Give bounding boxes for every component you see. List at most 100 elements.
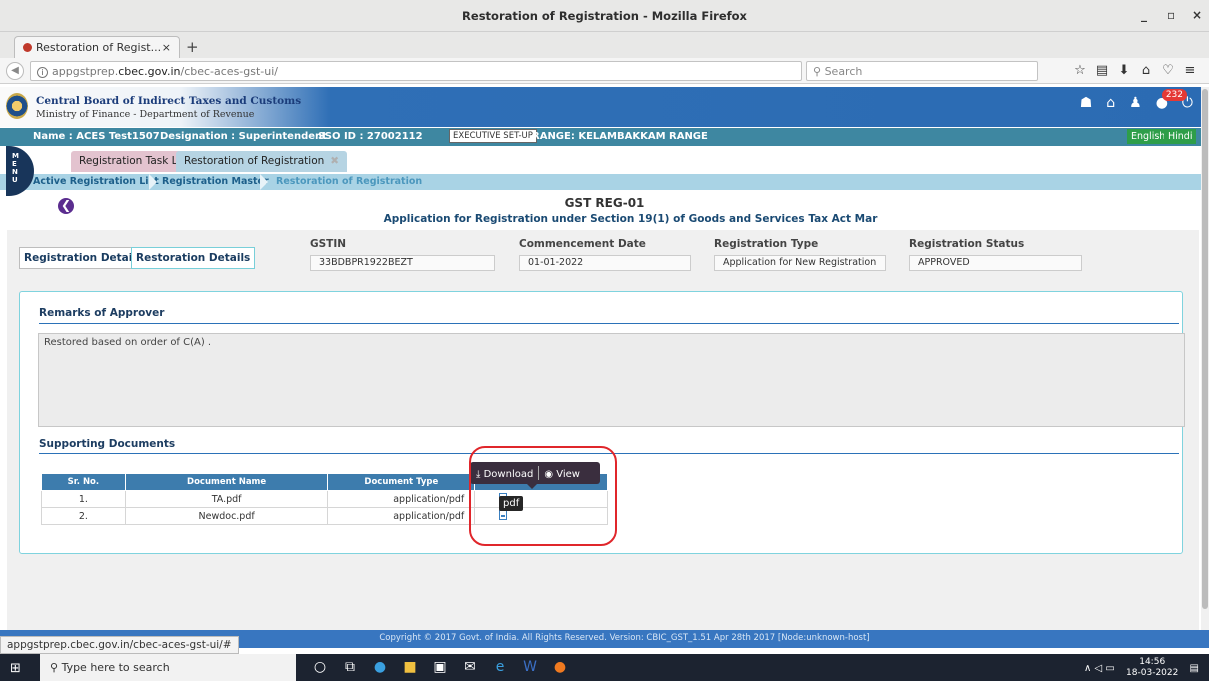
breadcrumb-registration-master[interactable]: Registration Master: [162, 176, 269, 187]
content-area: Registration Details Restoration Details…: [7, 230, 1199, 630]
minimize-button[interactable]: _: [1141, 8, 1147, 22]
tab-label: Restoration of Registration: [184, 155, 325, 167]
supporting-documents-title: Supporting Documents: [39, 438, 176, 450]
taskbar-search-placeholder: Type here to search: [61, 661, 170, 674]
support-icon[interactable]: ☗: [1080, 95, 1093, 111]
sso-id: SSO ID : 27002112: [318, 131, 423, 142]
tab-restoration-of-registration[interactable]: Restoration of Registration ✖: [176, 151, 348, 172]
star-icon[interactable]: ☆: [1069, 63, 1091, 78]
new-tab-button[interactable]: +: [186, 38, 199, 56]
windows-start-icon[interactable]: ⊞: [10, 661, 21, 676]
url-bar[interactable]: i appgstprep.cbec.gov.in/cbec-aces-gst-ui…: [30, 61, 814, 81]
browser-navbar: ◀ i appgstprep.cbec.gov.in/cbec-aces-gst-…: [0, 58, 1209, 84]
url-path: /cbec-aces-gst-ui/: [180, 65, 279, 78]
browser-tab-title: Restoration of Regist...: [36, 41, 162, 54]
site-info-icon[interactable]: i: [37, 67, 48, 78]
notification-badge: 232: [1161, 89, 1187, 101]
network-icon[interactable]: ▭: [1105, 663, 1114, 674]
browser-toolbar-icons: ☆ ▤ ⬇ ⌂ ♡ ≡: [1069, 63, 1201, 78]
window-titlebar: Restoration of Registration - Mozilla Fi…: [0, 0, 1209, 32]
breadcrumb-restoration-of-registration: Restoration of Registration: [276, 176, 423, 187]
clock[interactable]: 14:56 18-03-2022: [1126, 657, 1178, 679]
hindi-button[interactable]: Hindi: [1164, 129, 1197, 144]
cbic-logo: [6, 93, 28, 119]
user-designation: Designation : Superintendent: [160, 131, 327, 142]
tab-close-icon[interactable]: ✖: [330, 155, 339, 167]
breadcrumb-separator: [149, 174, 157, 190]
reading-list-icon[interactable]: ▤: [1091, 63, 1113, 78]
menu-icon[interactable]: ≡: [1179, 63, 1201, 78]
menu-letter-e: E: [12, 160, 17, 168]
mail-icon[interactable]: ✉: [455, 659, 485, 675]
page-scrollbar[interactable]: [1201, 87, 1209, 648]
commencement-label: Commencement Date: [519, 238, 646, 250]
url-prefix: appgstprep.: [52, 65, 119, 78]
windows-taskbar: ⊞ ⚲ Type here to search ○ ⧉ ● ■ ▣ ✉ e W ● ∧ ◁ ▭ …: [0, 654, 1209, 681]
app-header: Central Board of Indirect Taxes and Cust…: [0, 87, 1209, 127]
search-icon: ⚲: [50, 661, 62, 674]
cortana-icon[interactable]: ○: [305, 659, 335, 675]
org-name: Central Board of Indirect Taxes and Cust…: [36, 95, 302, 107]
col-sr-no: Sr. No.: [41, 473, 126, 491]
remarks-title: Remarks of Approver: [39, 307, 165, 319]
gstin-label: GSTIN: [310, 238, 347, 250]
col-document-type: Document Type: [327, 473, 476, 491]
page-title: GST REG-01: [564, 196, 645, 210]
cell-document-type: application/pdf: [327, 507, 476, 525]
edge-icon[interactable]: ●: [365, 659, 395, 675]
remarks-textarea: Restored based on order of C(A) .: [38, 333, 1185, 427]
pocket-icon[interactable]: ♡: [1157, 63, 1179, 78]
tab-registration-details[interactable]: Registration Details: [19, 247, 148, 269]
breadcrumb: Active Registration List Registration Ma…: [0, 174, 1209, 190]
user-infobar: Name : ACES Test1507 Designation : Super…: [0, 128, 1209, 146]
scrollbar-thumb[interactable]: [1202, 89, 1208, 609]
gstin-field: 33BDBPR1922BEZT: [310, 255, 495, 271]
menu-letter-m: M: [12, 152, 19, 160]
executive-setup-button[interactable]: EXECUTIVE SET-UP: [449, 129, 537, 143]
breadcrumb-active-registration-list[interactable]: Active Registration List: [33, 176, 159, 187]
browser-tab[interactable]: Restoration of Regist... ×: [14, 36, 180, 58]
search-icon: ⚲: [813, 65, 825, 78]
red-highlight-annotation: [469, 446, 617, 546]
home-icon[interactable]: ⌂: [1106, 95, 1115, 111]
volume-icon[interactable]: ◁: [1095, 663, 1103, 674]
menu-letter-n: N: [12, 168, 18, 176]
cell-sr-no: 1.: [41, 490, 126, 508]
firefox-icon[interactable]: ●: [545, 659, 575, 675]
ie-icon[interactable]: e: [485, 659, 515, 675]
cell-document-name: Newdoc.pdf: [124, 507, 329, 525]
tab-close-icon[interactable]: ×: [162, 41, 171, 54]
user-name: Name : ACES Test1507: [33, 131, 160, 142]
download-icon[interactable]: ⬇: [1113, 63, 1135, 78]
registration-status-field: APPROVED: [909, 255, 1082, 271]
task-view-icon[interactable]: ⧉: [335, 659, 365, 675]
tab-restoration-details[interactable]: Restoration Details: [131, 247, 256, 269]
browser-back-button[interactable]: ◀: [6, 62, 24, 80]
cell-sr-no: 2.: [41, 507, 126, 525]
cell-document-type: application/pdf: [327, 490, 476, 508]
browser-search-placeholder: Search: [824, 65, 863, 78]
close-window-button[interactable]: ×: [1192, 8, 1202, 22]
notifications-icon[interactable]: ▤: [1190, 663, 1199, 674]
registration-type-field: Application for New Registration: [714, 255, 886, 271]
section-divider: [39, 323, 1179, 324]
file-explorer-icon[interactable]: ■: [395, 659, 425, 675]
taskbar-search-input[interactable]: ⚲ Type here to search: [40, 654, 296, 681]
url-domain: cbec.gov.in: [118, 65, 181, 78]
org-subtitle: Ministry of Finance - Department of Reve…: [36, 109, 255, 120]
registration-status-label: Registration Status: [909, 238, 1025, 250]
clock-time: 14:56: [1139, 657, 1166, 667]
english-button[interactable]: English: [1127, 129, 1170, 144]
user-icon[interactable]: ♟: [1129, 95, 1142, 111]
store-icon[interactable]: ▣: [425, 659, 455, 675]
home-icon[interactable]: ⌂: [1135, 63, 1157, 78]
tray-chevron-icon[interactable]: ∧: [1084, 663, 1091, 674]
word-icon[interactable]: W: [515, 659, 545, 675]
browser-search-input[interactable]: ⚲ Search: [806, 61, 1038, 81]
menu-letter-u: U: [12, 176, 18, 184]
system-tray: ∧ ◁ ▭ 14:56 18-03-2022 ▤: [1084, 657, 1199, 679]
maximize-button[interactable]: ▫: [1167, 8, 1175, 22]
col-document-name: Document Name: [124, 473, 329, 491]
page-tabs: Registration Task List Restoration of Re…: [0, 147, 1209, 173]
commencement-field: 01-01-2022: [519, 255, 691, 271]
